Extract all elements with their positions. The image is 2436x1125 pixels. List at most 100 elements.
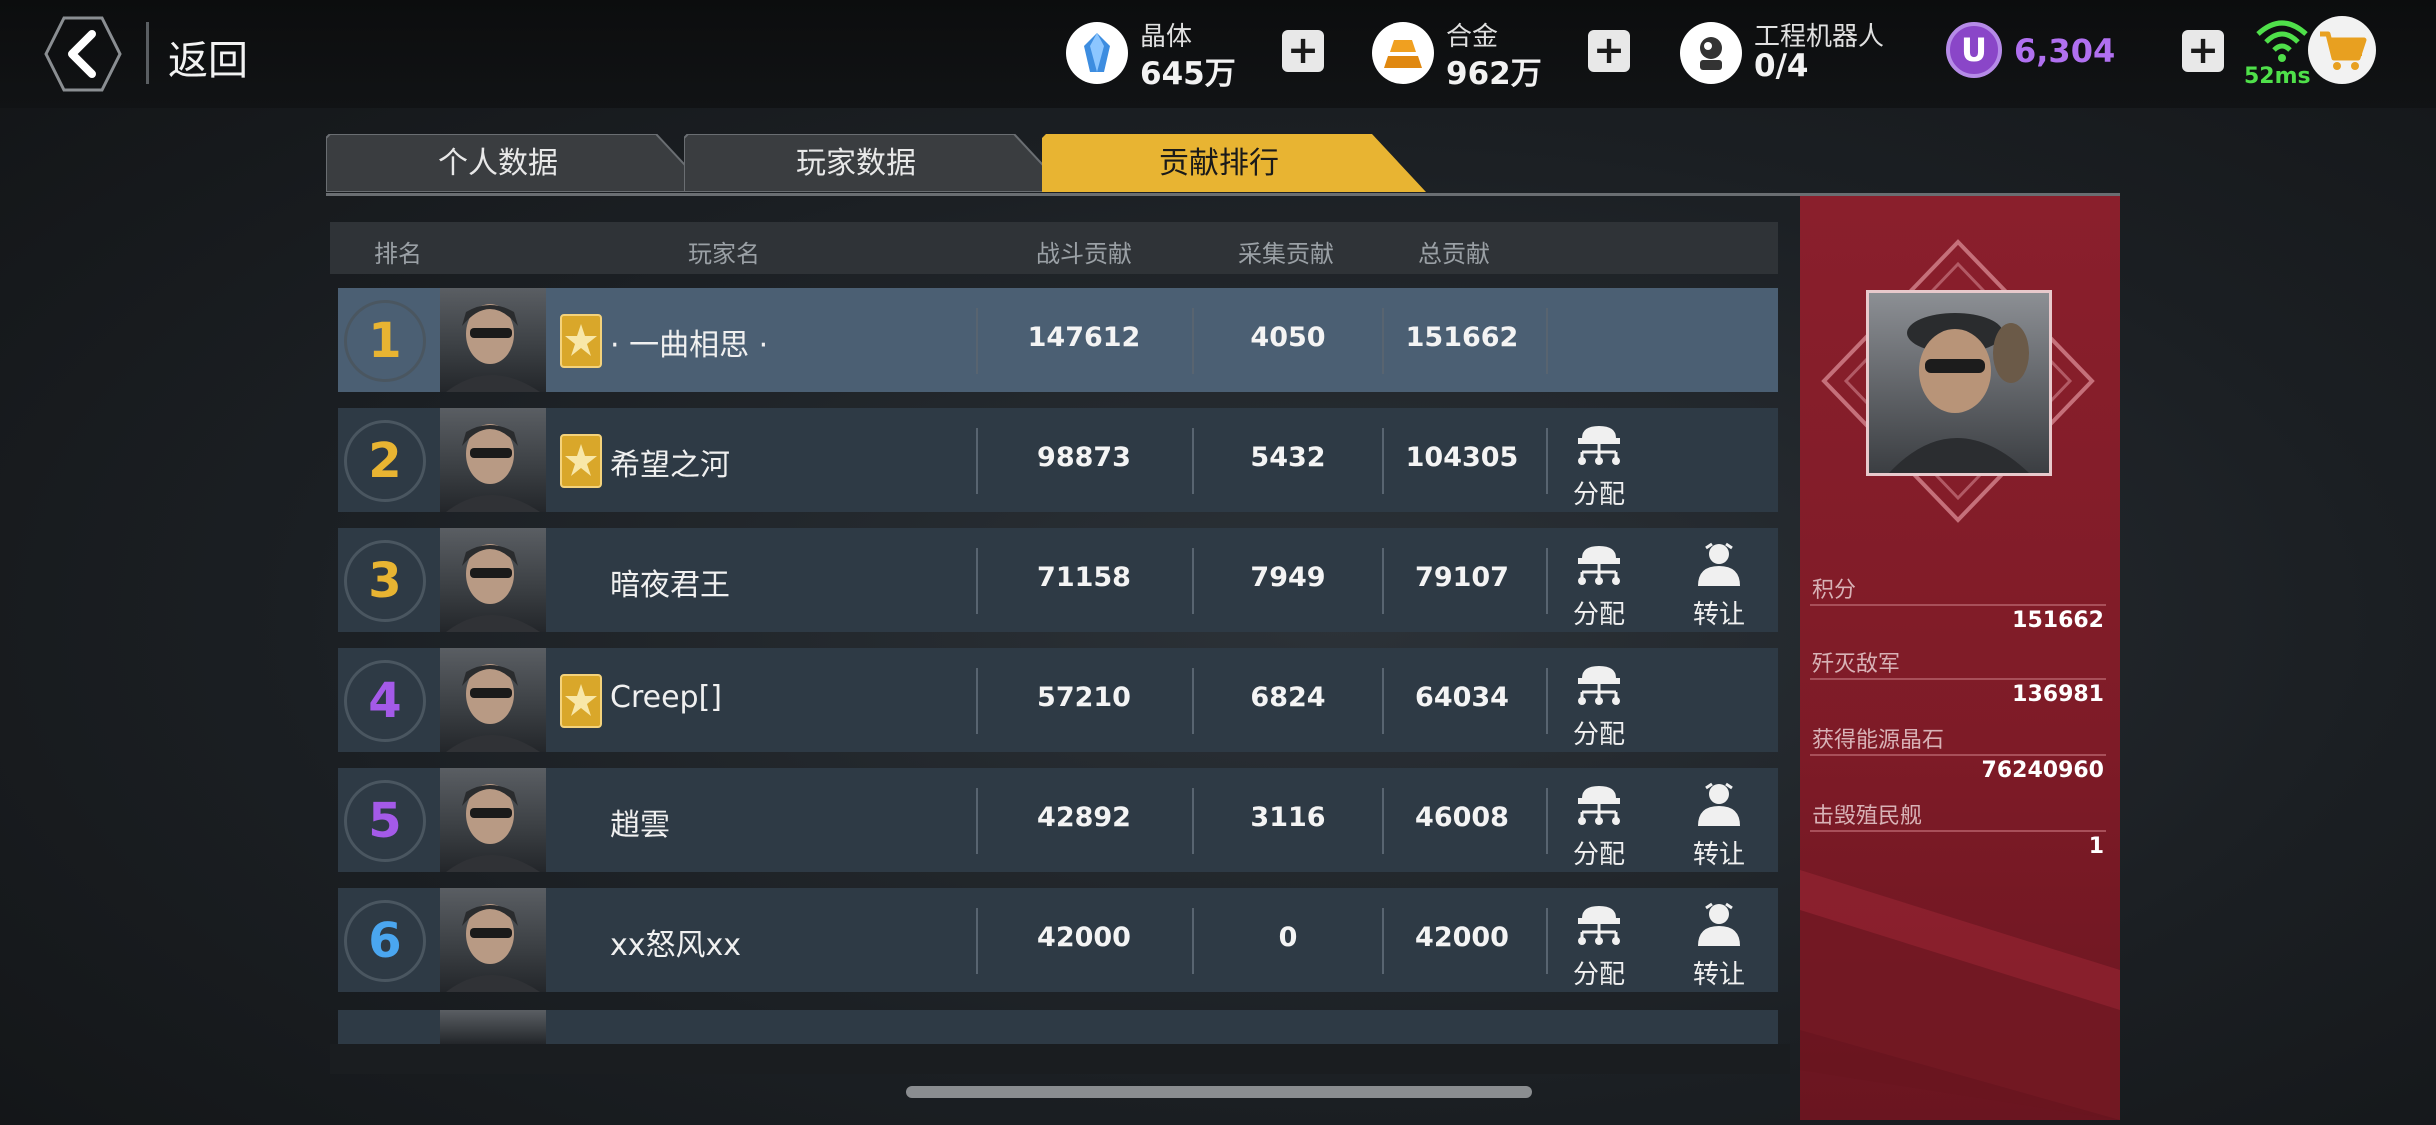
- back-label[interactable]: 返回: [168, 28, 248, 86]
- transfer-icon: [1692, 782, 1746, 830]
- combat-contribution: 42000: [1037, 922, 1131, 953]
- total-contribution: 42000: [1415, 922, 1509, 953]
- tab-personal-data[interactable]: 个人数据: [326, 134, 710, 192]
- avatar[interactable]: [440, 288, 546, 392]
- player-name[interactable]: · 一曲相思 ·: [610, 320, 768, 364]
- column-separator: [976, 788, 978, 854]
- column-separator: [976, 308, 978, 374]
- stat-label: 击毁殖民舰: [1812, 804, 1923, 829]
- column-separator: [1192, 428, 1194, 494]
- column-header-player: 玩家名: [688, 240, 760, 268]
- player-portrait: [1866, 290, 2052, 476]
- transfer-button[interactable]: 转让: [1674, 542, 1764, 631]
- avatar[interactable]: [440, 768, 546, 872]
- table-row[interactable]: 5 趙雲 42892 3116 46008 分配 转让: [338, 768, 1778, 872]
- transfer-icon: [1692, 542, 1746, 590]
- rank-number: 1: [368, 313, 402, 369]
- transfer-button[interactable]: 转让: [1674, 782, 1764, 871]
- list-mask: [330, 1044, 1790, 1074]
- assign-label: 分配: [1572, 840, 1625, 870]
- column-separator: [976, 428, 978, 494]
- column-separator: [1546, 308, 1548, 374]
- tab-player-data[interactable]: 玩家数据: [684, 134, 1068, 192]
- add-alloy-button[interactable]: +: [1588, 30, 1630, 72]
- assign-label: 分配: [1572, 720, 1625, 750]
- table-row[interactable]: 6 xx怒风xx 42000 0 42000 分配 转让: [338, 888, 1778, 992]
- add-premium-button[interactable]: +: [2182, 30, 2224, 72]
- assign-button[interactable]: 分配: [1554, 662, 1644, 751]
- stat-value: 1: [2088, 834, 2104, 859]
- assign-label: 分配: [1572, 600, 1625, 630]
- crystal-icon: [1066, 22, 1128, 84]
- tab-label: 个人数据: [438, 146, 558, 181]
- stat-label: 歼灭敌军: [1812, 652, 1901, 677]
- player-name[interactable]: xx怒风xx: [610, 920, 741, 964]
- column-separator: [1382, 908, 1384, 974]
- rank-number: 5: [368, 793, 402, 849]
- resource-value: 0/4: [1754, 48, 1809, 84]
- combat-contribution: 57210: [1037, 682, 1131, 713]
- gather-contribution: 6824: [1250, 682, 1326, 713]
- avatar[interactable]: [440, 528, 546, 632]
- add-crystal-button[interactable]: +: [1282, 30, 1324, 72]
- assign-button[interactable]: 分配: [1554, 902, 1644, 991]
- total-contribution: 104305: [1405, 442, 1519, 473]
- table-row[interactable]: 4 Creep[] 57210 6824 64034 分配: [338, 648, 1778, 752]
- column-header-rank: 排名: [374, 240, 422, 268]
- column-separator: [1192, 788, 1194, 854]
- table-row[interactable]: 1 · 一曲相思 · 147612 4050 151662: [338, 288, 1778, 392]
- table-row[interactable]: 2 希望之河 98873 5432 104305 分配: [338, 408, 1778, 512]
- table-row[interactable]: 3 暗夜君王 71158 7949 79107 分配 转让: [338, 528, 1778, 632]
- avatar[interactable]: [440, 648, 546, 752]
- combat-contribution: 147612: [1027, 322, 1141, 353]
- tab-contribution-rank[interactable]: 贡献排行: [1042, 134, 1426, 192]
- assign-label: 分配: [1572, 960, 1625, 990]
- column-separator: [976, 908, 978, 974]
- wifi-icon: [2256, 20, 2308, 62]
- top-bar: 返回 晶体 645万 + 合金 962万 + 工程机器人 0/4 U 6,304…: [0, 0, 2436, 108]
- column-header-combat: 战斗贡献: [1036, 240, 1132, 268]
- gather-contribution: 4050: [1250, 322, 1326, 353]
- rank-number: 6: [368, 913, 402, 969]
- avatar[interactable]: [440, 408, 546, 512]
- divider: [146, 22, 149, 84]
- gather-contribution: 5432: [1250, 442, 1326, 473]
- shop-button[interactable]: [2308, 16, 2376, 84]
- tab-label: 贡献排行: [1159, 146, 1279, 181]
- back-button[interactable]: [44, 14, 122, 94]
- table-header: 排名 玩家名 战斗贡献 采集贡献 总贡献: [330, 222, 1778, 274]
- gather-contribution: 7949: [1250, 562, 1326, 593]
- player-name[interactable]: 暗夜君王: [610, 560, 730, 604]
- column-separator: [1546, 428, 1548, 494]
- assign-button[interactable]: 分配: [1554, 422, 1644, 511]
- ping-value: 52ms: [2244, 64, 2311, 89]
- resource-crystal: 晶体 645万: [1066, 14, 1296, 92]
- player-name[interactable]: 趙雲: [610, 800, 670, 844]
- column-separator: [1192, 908, 1194, 974]
- stat-label: 积分: [1812, 578, 1857, 603]
- column-separator: [1546, 788, 1548, 854]
- guild-badge-icon: [560, 314, 602, 368]
- transfer-icon: [1692, 902, 1746, 950]
- stat-divider: [1810, 604, 2106, 606]
- column-separator: [1382, 548, 1384, 614]
- player-name[interactable]: Creep[]: [610, 680, 722, 715]
- back-arrow-icon: [44, 16, 122, 92]
- rank-number: 4: [368, 673, 402, 729]
- avatar[interactable]: [440, 888, 546, 992]
- assign-icon: [1572, 906, 1626, 950]
- premium-currency-value: 6,304: [2014, 32, 2116, 70]
- premium-currency-icon: U: [1946, 22, 2002, 78]
- total-contribution: 79107: [1415, 562, 1509, 593]
- rank-number: 3: [368, 553, 402, 609]
- gather-contribution: 0: [1278, 922, 1298, 953]
- transfer-button[interactable]: 转让: [1674, 902, 1764, 991]
- player-name[interactable]: 希望之河: [610, 440, 730, 484]
- assign-icon: [1572, 426, 1626, 470]
- stat-divider: [1810, 754, 2106, 756]
- resource-robot: 工程机器人 0/4: [1680, 14, 1940, 90]
- assign-button[interactable]: 分配: [1554, 542, 1644, 631]
- guild-badge-icon: [560, 434, 602, 488]
- assign-button[interactable]: 分配: [1554, 782, 1644, 871]
- column-header-total: 总贡献: [1418, 240, 1490, 268]
